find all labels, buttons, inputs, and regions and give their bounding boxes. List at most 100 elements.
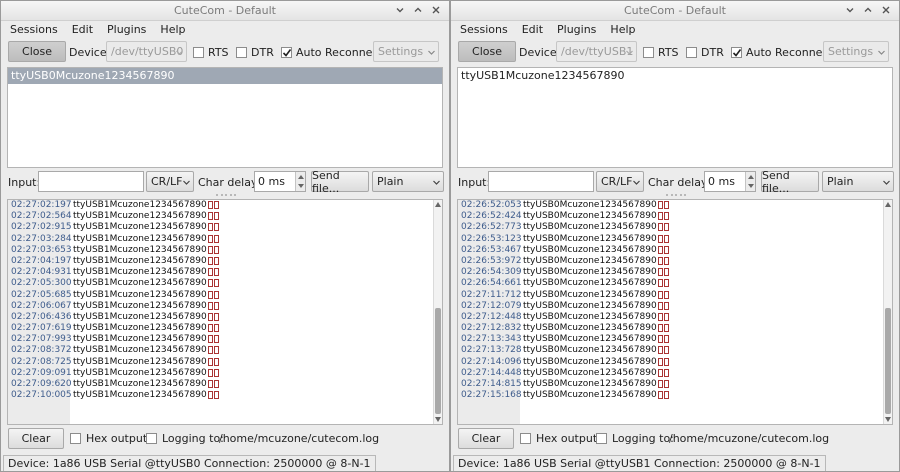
control-char-glyph <box>663 324 669 333</box>
splitter-handle[interactable] <box>666 194 686 198</box>
logging-checkbox[interactable] <box>596 433 607 444</box>
window-title: CuteCom - Default <box>173 4 276 17</box>
connection-status: Device: 1a86 USB Serial @ttyUSB1 Connect… <box>453 455 826 471</box>
output-line: 02:27:08:372 ttyUSB1Mcuzone1234567890 <box>8 345 432 356</box>
auto-reconnect-checkbox[interactable] <box>281 47 292 58</box>
session-list[interactable]: ttyUSB1Mcuzone1234567890 <box>457 67 893 168</box>
settings-button[interactable]: Settings <box>373 41 439 62</box>
session-list[interactable]: ttyUSB0Mcuzone1234567890 <box>7 67 443 168</box>
control-char-glyph <box>207 212 213 221</box>
auto-reconnect-checkbox[interactable] <box>731 47 742 58</box>
menu-plugins[interactable]: Plugins <box>550 21 603 40</box>
minimize-icon[interactable] <box>843 3 857 17</box>
logging-checkbox[interactable] <box>146 433 157 444</box>
control-char-glyph <box>657 301 663 310</box>
control-char-glyph <box>657 223 663 232</box>
session-item[interactable]: ttyUSB0Mcuzone1234567890 <box>8 68 442 84</box>
chevron-down-icon <box>176 50 183 55</box>
line-timestamp: 02:27:14:096 <box>461 356 522 367</box>
send-file-button[interactable]: Send file... <box>311 169 369 195</box>
menu-edit[interactable]: Edit <box>65 21 100 40</box>
control-char-glyph <box>207 290 213 299</box>
spin-down-icon[interactable] <box>748 184 754 188</box>
output-console[interactable]: 02:26:52:053 ttyUSB0Mcuzone1234567890 02:2… <box>457 199 893 425</box>
spin-down-icon[interactable] <box>298 184 304 188</box>
line-text: ttyUSB0Mcuzone1234567890 <box>523 323 657 334</box>
input-mode-select[interactable]: Plain <box>822 171 894 192</box>
hex-output-checkbox[interactable] <box>70 433 81 444</box>
control-char-glyph <box>213 256 219 265</box>
minimize-icon[interactable] <box>393 3 407 17</box>
menu-help[interactable]: Help <box>153 21 192 40</box>
chevron-down-icon <box>183 180 190 185</box>
spin-up-icon[interactable] <box>748 175 754 179</box>
line-timestamp: 02:26:52:773 <box>461 222 522 233</box>
output-line: 02:27:03:284 ttyUSB1Mcuzone1234567890 <box>8 234 432 245</box>
send-input[interactable] <box>488 171 594 192</box>
menu-help[interactable]: Help <box>603 21 642 40</box>
close-icon[interactable] <box>879 3 893 17</box>
output-scrollbar[interactable] <box>433 200 442 424</box>
line-text: ttyUSB0Mcuzone1234567890 <box>523 311 657 322</box>
control-char-glyph <box>213 279 219 288</box>
clear-button[interactable]: Clear <box>458 428 514 449</box>
output-console[interactable]: 02:27:02:197 ttyUSB1Mcuzone1234567890 02:2… <box>7 199 443 425</box>
output-line: 02:27:12:448 ttyUSB0Mcuzone1234567890 <box>458 312 882 323</box>
menu-edit[interactable]: Edit <box>515 21 550 40</box>
scrollbar-thumb[interactable] <box>885 308 891 414</box>
send-input[interactable] <box>38 171 144 192</box>
close-button[interactable]: Close <box>458 41 516 62</box>
close-icon[interactable] <box>429 3 443 17</box>
clear-button[interactable]: Clear <box>8 428 64 449</box>
dtr-checkbox[interactable] <box>236 47 247 58</box>
close-button[interactable]: Close <box>8 41 66 62</box>
input-mode-select[interactable]: Plain <box>372 171 444 192</box>
menu-sessions[interactable]: Sessions <box>3 21 65 40</box>
rts-checkbox[interactable] <box>193 47 204 58</box>
send-file-button[interactable]: Send file... <box>761 169 819 195</box>
status-bar: Device: 1a86 USB Serial @ttyUSB0 Connect… <box>1 453 449 471</box>
device-select[interactable]: /dev/ttyUSB0 <box>106 41 187 62</box>
menu-sessions[interactable]: Sessions <box>453 21 515 40</box>
device-value: /dev/ttyUSB0 <box>111 45 184 58</box>
char-delay-spinbox[interactable]: 0 ms <box>254 171 306 192</box>
line-text: ttyUSB0Mcuzone1234567890 <box>523 211 657 222</box>
control-char-glyph <box>213 301 219 310</box>
dtr-checkbox[interactable] <box>686 47 697 58</box>
rts-label: RTS <box>658 46 679 59</box>
line-end-select[interactable]: CR/LF <box>596 171 644 192</box>
scroll-up-icon[interactable] <box>885 202 891 207</box>
output-line: 02:27:07:993 ttyUSB1Mcuzone1234567890 <box>8 334 432 345</box>
rts-checkbox[interactable] <box>643 47 654 58</box>
menu-plugins[interactable]: Plugins <box>100 21 153 40</box>
line-end-select[interactable]: CR/LF <box>146 171 194 192</box>
line-timestamp: 02:26:53:123 <box>461 233 522 244</box>
hex-output-checkbox[interactable] <box>520 433 531 444</box>
control-char-glyph <box>213 234 219 243</box>
menu-bar: Sessions Edit Plugins Help <box>1 21 449 40</box>
settings-button[interactable]: Settings <box>823 41 889 62</box>
scroll-down-icon[interactable] <box>885 417 891 422</box>
device-select[interactable]: /dev/ttyUSB1 <box>556 41 637 62</box>
spin-up-icon[interactable] <box>298 175 304 179</box>
log-file-path[interactable]: /home/mcuzone/cutecom.log <box>669 432 829 445</box>
maximize-icon[interactable] <box>861 3 875 17</box>
output-line: 02:27:03:653 ttyUSB1Mcuzone1234567890 <box>8 245 432 256</box>
scroll-down-icon[interactable] <box>435 417 441 422</box>
char-delay-spinbox[interactable]: 0 ms <box>704 171 756 192</box>
maximize-icon[interactable] <box>411 3 425 17</box>
line-text: ttyUSB1Mcuzone1234567890 <box>73 222 207 233</box>
device-label: Device: <box>519 46 561 59</box>
scrollbar-thumb[interactable] <box>435 308 441 414</box>
line-timestamp: 02:27:15:168 <box>461 390 522 401</box>
output-scrollbar[interactable] <box>883 200 892 424</box>
control-char-glyph <box>657 380 663 388</box>
hex-output-label: Hex output <box>86 432 148 445</box>
scroll-up-icon[interactable] <box>435 202 441 207</box>
line-timestamp: 02:27:13:728 <box>461 345 522 356</box>
line-timestamp: 02:26:52:053 <box>461 200 522 210</box>
session-item[interactable]: ttyUSB1Mcuzone1234567890 <box>458 68 892 84</box>
splitter-handle[interactable] <box>216 194 236 198</box>
log-file-path[interactable]: /home/mcuzone/cutecom.log <box>219 432 379 445</box>
output-line: 02:27:11:712 ttyUSB0Mcuzone1234567890 <box>458 290 882 301</box>
